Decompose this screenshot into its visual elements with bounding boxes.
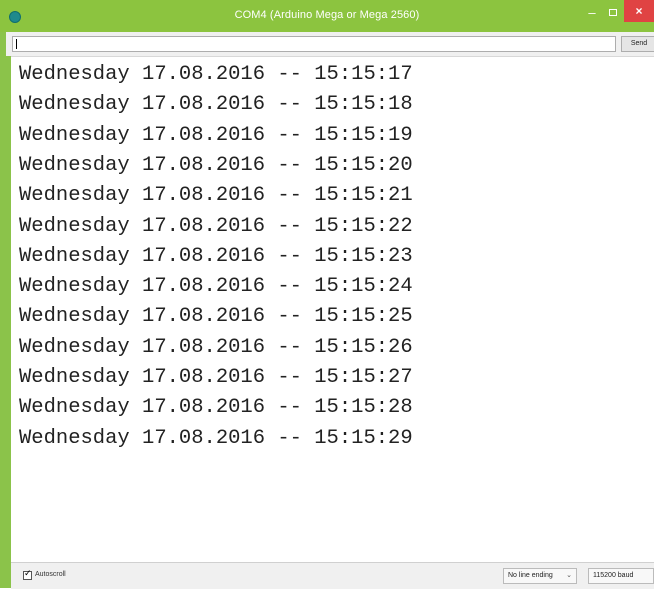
serial-output-area[interactable]: Wednesday 17.08.2016 -- 15:15:17 Wednesda… <box>11 56 654 563</box>
output-line: Wednesday 17.08.2016 -- 15:15:22 <box>19 214 413 238</box>
output-line: Wednesday 17.08.2016 -- 15:15:27 <box>19 366 413 389</box>
line-ending-value: No line ending <box>508 572 553 579</box>
status-bar: Autoscroll No line ending ⌄ 115200 baud <box>11 562 654 589</box>
text-caret <box>16 39 17 49</box>
output-line: Wednesday 17.08.2016 -- 15:15:23 <box>19 244 413 268</box>
output-line: Wednesday 17.08.2016 -- 15:15:18 <box>19 93 413 117</box>
chevron-down-icon: ⌄ <box>566 572 572 579</box>
maximize-button[interactable] <box>604 6 622 22</box>
autoscroll-checkbox[interactable] <box>23 568 32 580</box>
output-line: Wednesday 17.08.2016 -- 15:15:25 <box>19 305 413 329</box>
output-line: Wednesday 17.08.2016 -- 15:15:29 <box>19 426 413 450</box>
baud-rate-value: 115200 baud <box>593 572 634 579</box>
line-ending-select[interactable]: No line ending ⌄ <box>503 568 577 584</box>
autoscroll-label: Autoscroll <box>35 571 66 578</box>
serial-input-field[interactable] <box>12 36 616 52</box>
output-line: Wednesday 17.08.2016 -- 15:15:17 <box>19 63 413 86</box>
input-row: Send <box>6 32 654 56</box>
send-button[interactable]: Send <box>621 36 654 52</box>
serial-monitor-window: COM4 (Arduino Mega or Mega 2560) – × Sen… <box>0 0 654 589</box>
output-line: Wednesday 17.08.2016 -- 15:15:24 <box>19 275 413 299</box>
baud-rate-select[interactable]: 115200 baud <box>588 568 654 584</box>
close-button[interactable]: × <box>624 0 654 22</box>
title-bar[interactable]: COM4 (Arduino Mega or Mega 2560) – × <box>0 0 654 32</box>
output-line: Wednesday 17.08.2016 -- 15:15:19 <box>19 123 413 147</box>
maximize-icon <box>609 9 617 16</box>
minimize-button[interactable]: – <box>583 6 601 22</box>
output-line: Wednesday 17.08.2016 -- 15:15:26 <box>19 335 413 359</box>
output-line: Wednesday 17.08.2016 -- 15:15:28 <box>19 396 413 420</box>
window-title: COM4 (Arduino Mega or Mega 2560) <box>234 9 420 21</box>
output-line: Wednesday 17.08.2016 -- 15:15:20 <box>19 153 413 177</box>
output-line: Wednesday 17.08.2016 -- 15:15:21 <box>19 184 413 208</box>
